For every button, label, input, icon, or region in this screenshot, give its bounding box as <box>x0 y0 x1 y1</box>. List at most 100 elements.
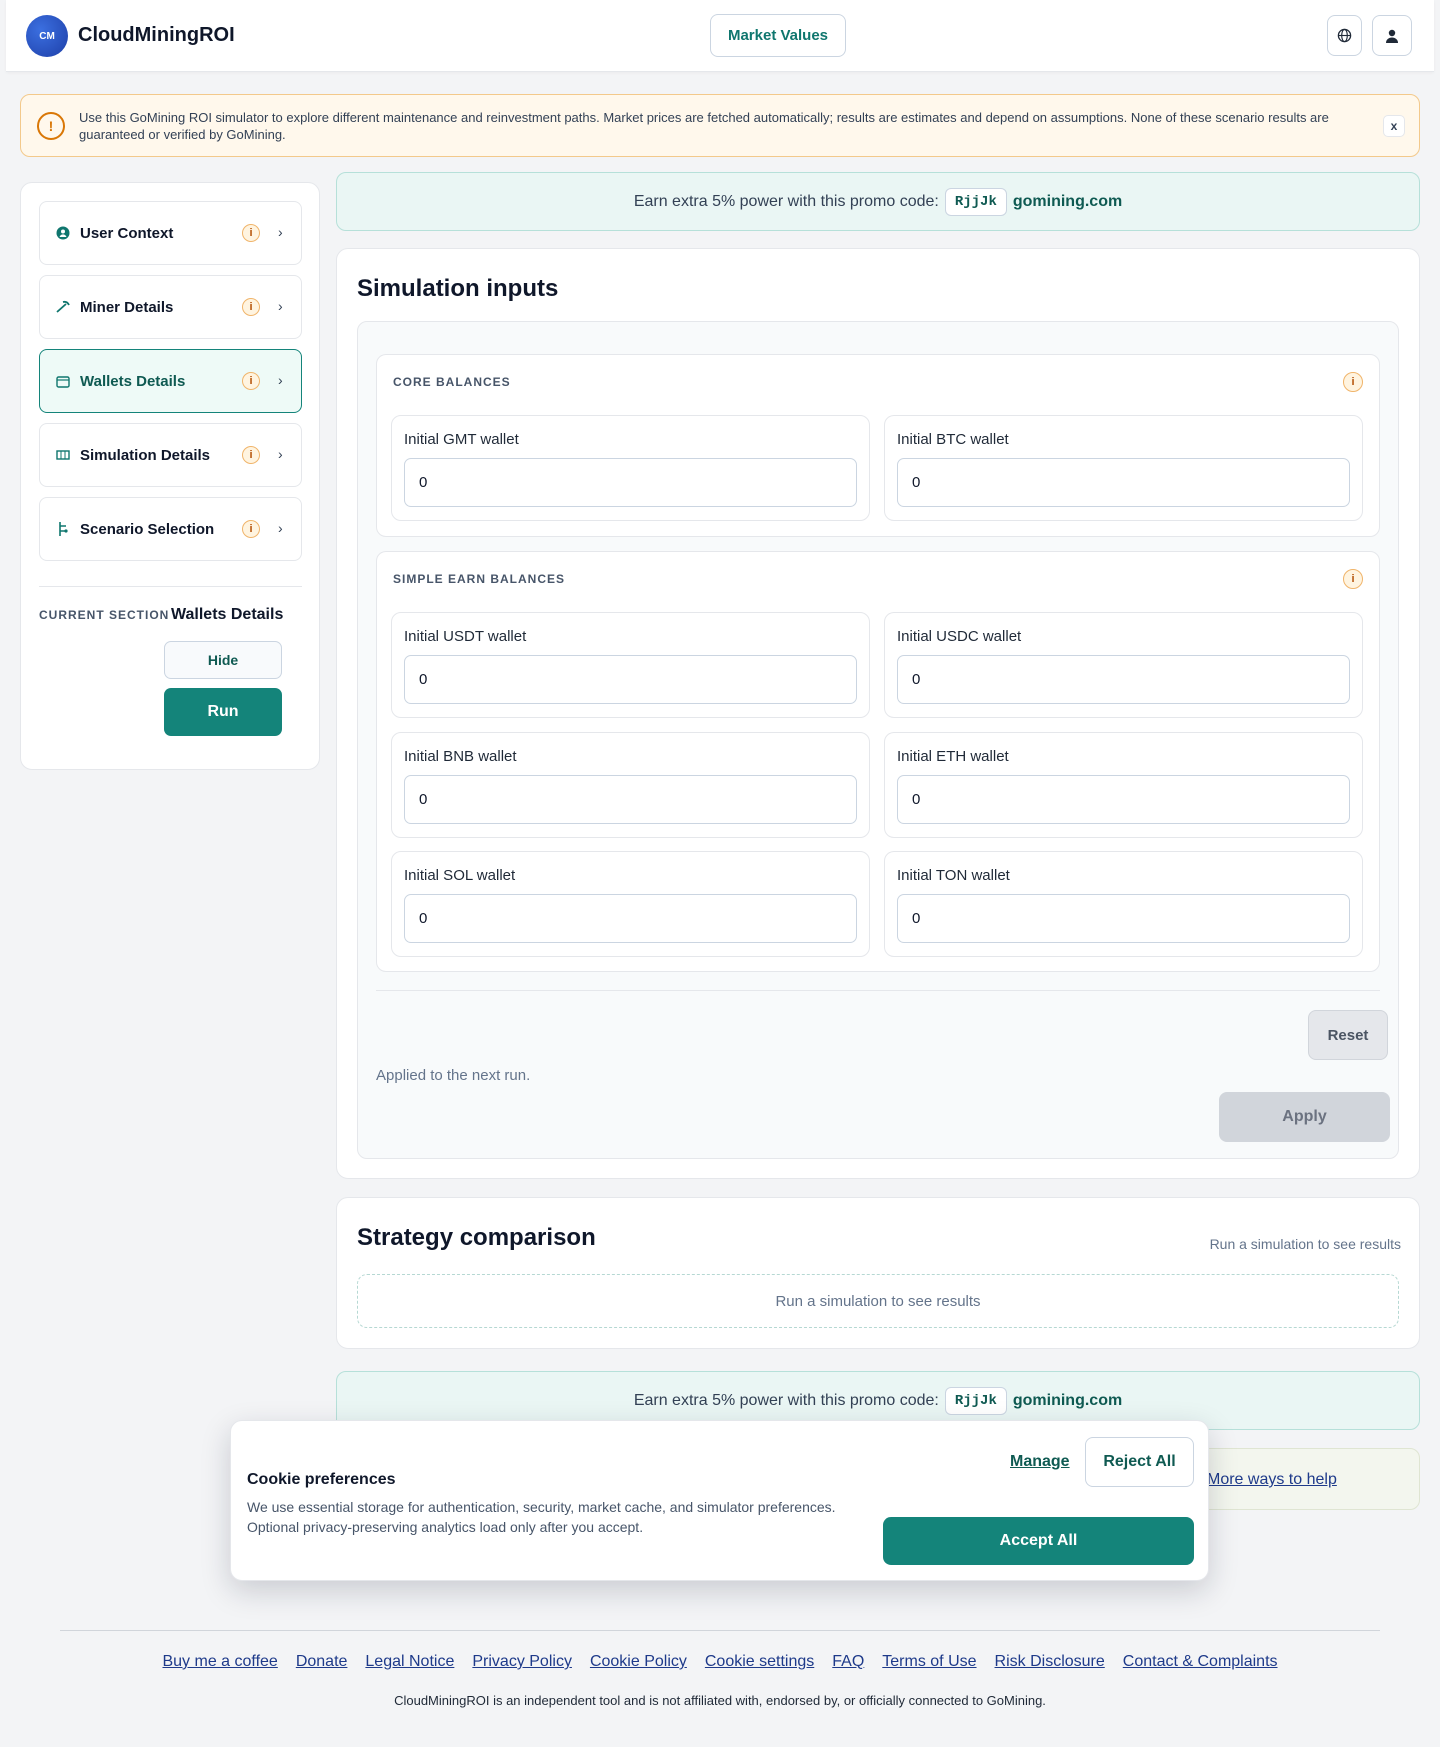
info-icon[interactable]: i <box>242 446 260 464</box>
sidebar-item-label: Wallets Details <box>80 373 186 390</box>
promo-link[interactable]: gomining.com <box>1013 1392 1122 1410</box>
gmt-wallet-field: Initial GMT wallet <box>391 415 870 521</box>
notice-text: Use this GoMining ROI simulator to explo… <box>79 110 1329 142</box>
sidebar-divider <box>39 586 302 587</box>
more-ways-to-help-link[interactable]: More ways to help <box>1207 1471 1337 1489</box>
info-icon[interactable]: i <box>1343 569 1363 589</box>
btc-wallet-field: Initial BTC wallet <box>884 415 1363 521</box>
info-icon[interactable]: i <box>242 298 260 316</box>
usdc-wallet-input[interactable] <box>897 655 1350 704</box>
account-button[interactable] <box>1372 15 1412 56</box>
footer-link[interactable]: Privacy Policy <box>472 1653 572 1671</box>
strategy-comparison-panel: Strategy comparison Run a simulation to … <box>336 1197 1420 1349</box>
footer-link[interactable]: Terms of Use <box>882 1653 976 1671</box>
sol-wallet-input[interactable] <box>404 894 857 943</box>
footer-link[interactable]: Buy me a coffee <box>162 1653 277 1671</box>
simulation-icon <box>54 446 72 464</box>
field-label: Initial ETH wallet <box>897 748 1009 765</box>
user-icon <box>1386 29 1398 43</box>
footer-link[interactable]: Risk Disclosure <box>995 1653 1105 1671</box>
ton-wallet-field: Initial TON wallet <box>884 851 1363 957</box>
eth-wallet-input[interactable] <box>897 775 1350 824</box>
footer-link[interactable]: Legal Notice <box>365 1653 454 1671</box>
panel-title: Strategy comparison <box>357 1224 596 1251</box>
current-section-label: CURRENT SECTION <box>39 608 170 622</box>
info-icon[interactable]: i <box>242 520 260 538</box>
globe-icon <box>1337 28 1352 43</box>
chevron-right-icon: › <box>278 372 283 388</box>
top-header: CM CloudMiningROI Market Values <box>6 0 1434 72</box>
promo-text: Earn extra 5% power with this promo code… <box>633 192 939 210</box>
sidebar-item-scenario-selection[interactable]: Scenario Selection i › <box>39 497 302 561</box>
sidebar-item-label: Miner Details <box>80 299 174 316</box>
wallet-icon <box>54 372 72 390</box>
simple-earn-group: SIMPLE EARN BALANCES i Initial USDT wall… <box>376 551 1380 972</box>
footer-link[interactable]: FAQ <box>832 1653 864 1671</box>
sidebar-item-miner-details[interactable]: Miner Details i › <box>39 275 302 339</box>
footer-links: Buy me a coffee Donate Legal Notice Priv… <box>0 1653 1440 1671</box>
disclaimer-notice: ! Use this GoMining ROI simulator to exp… <box>20 94 1420 157</box>
info-icon[interactable]: i <box>242 372 260 390</box>
promo-code[interactable]: RjjJk <box>944 1386 1007 1415</box>
cookie-text: We use essential storage for authenticat… <box>247 1499 836 1535</box>
sidebar-item-simulation-details[interactable]: Simulation Details i › <box>39 423 302 487</box>
reject-all-button[interactable]: Reject All <box>1085 1437 1194 1487</box>
btc-wallet-input[interactable] <box>897 458 1350 507</box>
footer-disclaimer: CloudMiningROI is an independent tool an… <box>394 1693 1046 1708</box>
sidebar-item-wallets-details[interactable]: Wallets Details i › <box>39 349 302 413</box>
applied-note: Applied to the next run. <box>376 1067 531 1084</box>
reset-button[interactable]: Reset <box>1308 1010 1388 1060</box>
bnb-wallet-input[interactable] <box>404 775 857 824</box>
sidebar: User Context i › Miner Details i › Walle… <box>20 182 320 770</box>
info-icon[interactable]: i <box>242 224 260 242</box>
close-notice-button[interactable]: x <box>1383 115 1405 137</box>
field-label: Initial USDC wallet <box>897 628 1022 645</box>
core-balances-group: CORE BALANCES i Initial GMT wallet Initi… <box>376 354 1380 537</box>
chevron-right-icon: › <box>278 446 283 462</box>
promo-code[interactable]: RjjJk <box>944 187 1007 216</box>
logo[interactable]: CM <box>26 15 68 57</box>
gmt-wallet-input[interactable] <box>404 458 857 507</box>
warning-icon: ! <box>37 112 65 140</box>
cookie-title: Cookie preferences <box>247 1471 396 1488</box>
info-icon[interactable]: i <box>1343 372 1363 392</box>
sidebar-item-label: User Context <box>80 225 174 242</box>
field-label: Initial SOL wallet <box>404 867 516 884</box>
divider <box>376 990 1380 991</box>
sol-wallet-field: Initial SOL wallet <box>391 851 870 957</box>
sidebar-item-label: Scenario Selection <box>80 521 215 538</box>
sidebar-item-user-context[interactable]: User Context i › <box>39 201 302 265</box>
apply-button[interactable]: Apply <box>1219 1092 1390 1142</box>
field-label: Initial BNB wallet <box>404 748 517 765</box>
promo-text: Earn extra 5% power with this promo code… <box>633 1391 939 1409</box>
ton-wallet-input[interactable] <box>897 894 1350 943</box>
usdc-wallet-field: Initial USDC wallet <box>884 612 1363 718</box>
run-button[interactable]: Run <box>164 688 282 736</box>
chevron-right-icon: › <box>278 224 283 240</box>
footer-link[interactable]: Donate <box>296 1653 348 1671</box>
user-context-icon <box>54 224 72 242</box>
results-placeholder: Run a simulation to see results <box>357 1274 1399 1328</box>
manage-cookies-link[interactable]: Manage <box>1010 1453 1070 1471</box>
promo-link[interactable]: gomining.com <box>1013 193 1122 211</box>
eth-wallet-field: Initial ETH wallet <box>884 732 1363 838</box>
hide-button[interactable]: Hide <box>164 641 282 679</box>
cookie-banner: Cookie preferences We use essential stor… <box>230 1420 1209 1581</box>
scenario-icon <box>54 520 72 538</box>
brand-name[interactable]: CloudMiningROI <box>78 24 235 47</box>
usdt-wallet-input[interactable] <box>404 655 857 704</box>
pickaxe-icon <box>54 298 72 316</box>
current-section-value: Wallets Details <box>171 606 284 623</box>
field-label: Initial TON wallet <box>897 867 1010 884</box>
chevron-right-icon: › <box>278 520 283 536</box>
footer-link[interactable]: Contact & Complaints <box>1123 1653 1278 1671</box>
promo-banner: Earn extra 5% power with this promo code… <box>336 172 1420 231</box>
market-values-button[interactable]: Market Values <box>710 14 846 57</box>
panel-title: Simulation inputs <box>357 275 559 302</box>
footer-link[interactable]: Cookie settings <box>705 1653 814 1671</box>
language-button[interactable] <box>1327 15 1362 56</box>
accept-all-button[interactable]: Accept All <box>883 1517 1194 1565</box>
footer-link[interactable]: Cookie Policy <box>590 1653 687 1671</box>
chevron-right-icon: › <box>278 298 283 314</box>
group-title: SIMPLE EARN BALANCES <box>393 572 566 586</box>
